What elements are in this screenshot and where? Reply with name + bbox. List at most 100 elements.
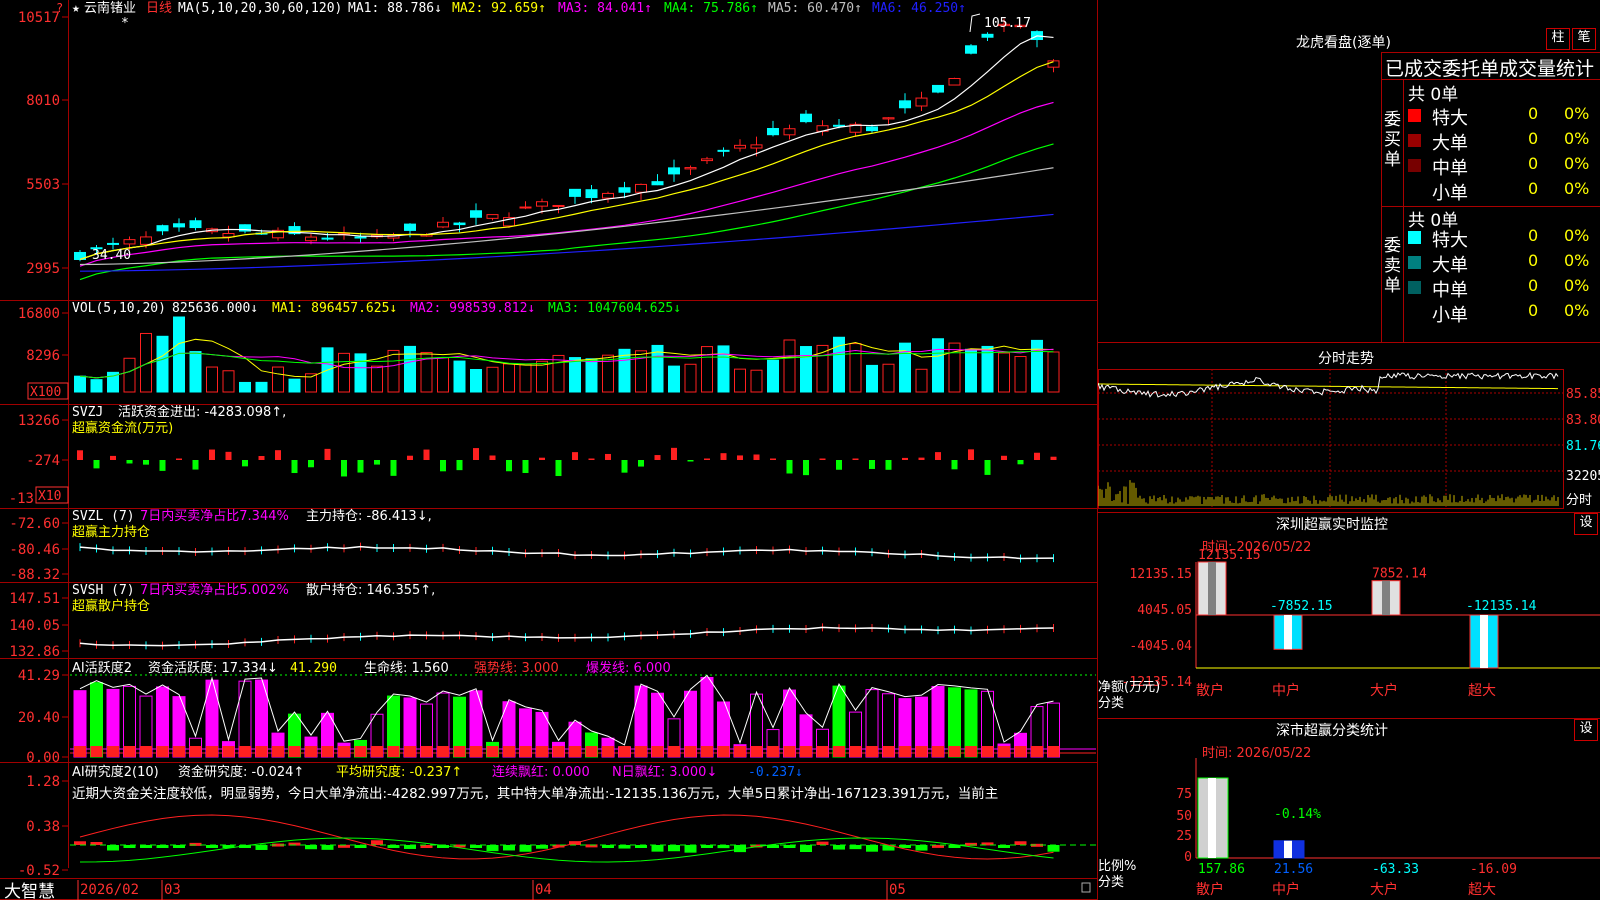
- kline-chart-area[interactable]: 10517 8010 5503 2995 16800 8296 13266 -2…: [0, 0, 1098, 900]
- ma4-legend: MA4: 75.786↑: [664, 1, 758, 16]
- sz-monitor-title: 深圳超赢实时监控: [1276, 517, 1388, 533]
- svzj-bar: [1017, 460, 1024, 465]
- volume-bar: [90, 379, 103, 393]
- res-legend-a: 资金研究度: -0.024↑: [178, 764, 304, 780]
- svzj-bar: [407, 455, 413, 460]
- svzj-bar: [1034, 452, 1040, 460]
- candle: [717, 149, 730, 152]
- research-bar: [668, 845, 680, 852]
- volume-bar: [717, 345, 730, 393]
- high-pointer: [969, 13, 981, 33]
- activity-base: [536, 746, 548, 757]
- y-tick-res-1: 1.28: [26, 774, 60, 790]
- svzj-bar: [654, 455, 661, 460]
- research-red-line: [79, 814, 1054, 860]
- intraday-chart[interactable]: 85.85 83.80 81.76 32205 分时: [1098, 366, 1600, 511]
- activity-base: [816, 746, 829, 757]
- activity-base: [948, 746, 961, 757]
- candle: [882, 117, 895, 120]
- volume-bar: [800, 346, 812, 393]
- activity-base: [750, 746, 763, 757]
- activity-base: [470, 746, 482, 757]
- candle: [437, 221, 449, 228]
- research-bar: [107, 845, 119, 851]
- category-label: 超大: [1468, 683, 1496, 699]
- volume-bar: [453, 360, 466, 393]
- order-pct: 0%: [1564, 154, 1590, 173]
- period-label[interactable]: 日线: [146, 1, 172, 16]
- act-legend-c: 生命线: 1.560: [364, 660, 449, 676]
- activity-base: [156, 746, 169, 757]
- ma6-legend: MA6: 46.250↑: [872, 1, 966, 16]
- research-bar: [519, 845, 532, 852]
- volume-bar: [437, 357, 449, 393]
- svzj-bar: [209, 449, 215, 460]
- activity-base: [767, 746, 779, 757]
- volume-bar: [272, 366, 284, 393]
- svzj-bar: [918, 457, 925, 460]
- y-tick-svsh-1: 147.51: [9, 591, 60, 607]
- volume-bar: [74, 375, 86, 393]
- ma-legend: MA(5,10,20,30,60,120): [178, 1, 342, 16]
- net-value-label: 12135.15: [1198, 548, 1261, 563]
- activity-base: [833, 746, 845, 757]
- svzj-bar: [770, 458, 776, 460]
- dragon-tiger-header: 已成交委托单成交量统计: [1385, 58, 1595, 80]
- svzj-bar: [687, 460, 694, 462]
- act-legend-name: AI活跃度2: [72, 660, 132, 676]
- sz-category-chart[interactable]: -0.14% 157.86 散户 21.56 中户 -63.33 大户 -16.09 超大 75…: [1098, 758, 1600, 900]
- svzj-bar: [225, 451, 232, 460]
- volume-bar: [998, 352, 1010, 393]
- svsh-legend-name: SVSH (7): [72, 583, 135, 598]
- activity-base: [239, 746, 251, 757]
- svzj-bar: [572, 452, 578, 460]
- ma1-legend: MA1: 88.786↓: [348, 1, 442, 16]
- hold-line: [79, 545, 1054, 560]
- activity-base: [618, 746, 631, 757]
- tick-mode-button[interactable]: 笔: [1572, 28, 1596, 50]
- y-tick-main-1: 10517: [18, 10, 60, 26]
- svzj-bar: [638, 460, 644, 467]
- szc-ylabel: 比例%: [1098, 859, 1136, 874]
- y-tick-act-1: 41.29: [18, 668, 60, 684]
- candle: [585, 189, 598, 199]
- activity-base: [140, 746, 152, 757]
- activity-base: [1031, 746, 1043, 757]
- research-bar: [684, 845, 697, 853]
- y-tick-svzl-3: -88.32: [9, 567, 60, 583]
- activity-base: [288, 746, 301, 757]
- candle: [866, 126, 878, 132]
- order-count: 0: [1528, 226, 1539, 245]
- divider: [1403, 79, 1404, 342]
- volume-bar: [354, 353, 367, 393]
- candle: [173, 223, 185, 228]
- order-type: 中单: [1432, 158, 1468, 179]
- candle: [932, 84, 944, 93]
- volume-bar: [932, 338, 944, 393]
- activity-base: [486, 746, 499, 757]
- category-label: 散户: [1196, 682, 1224, 699]
- intraday-y-2: 83.80: [1566, 413, 1600, 428]
- svzj-bar: [275, 450, 281, 460]
- sz-monitor-chart[interactable]: 12135.15 散户 -7852.15 中户 7852.14 大户 -12135.14 超大…: [1098, 548, 1600, 718]
- research-bar: [651, 845, 664, 852]
- svzj-bar: [951, 460, 958, 470]
- stock-name[interactable]: 云南锗业: [84, 0, 136, 16]
- bar-mode-button[interactable]: 柱: [1546, 28, 1570, 50]
- candle: [486, 214, 499, 219]
- lock-icon[interactable]: [1081, 882, 1091, 893]
- svzj-bar: [77, 450, 83, 460]
- candle: [981, 33, 994, 38]
- sz-category-settings-button[interactable]: 设: [1574, 719, 1598, 741]
- intraday-y-3: 81.76: [1566, 439, 1600, 454]
- net-value-label: -12135.14: [1466, 599, 1537, 614]
- szm-y-2: 4045.05: [1137, 603, 1192, 618]
- candle: [915, 97, 928, 107]
- order-pct: 0%: [1564, 104, 1590, 123]
- volume-bar: [189, 351, 202, 393]
- candle: [948, 77, 961, 86]
- color-swatch: [1408, 231, 1421, 244]
- sz-monitor-settings-button[interactable]: 设: [1574, 513, 1598, 535]
- ratio-value-label: 157.86: [1198, 862, 1245, 877]
- volume-bar: [965, 348, 977, 393]
